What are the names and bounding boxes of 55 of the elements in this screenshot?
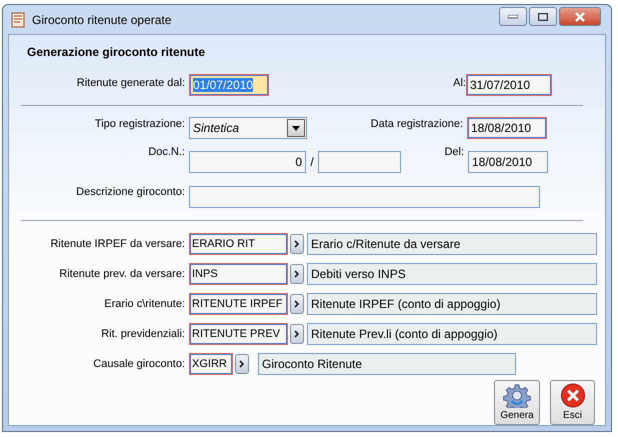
date-field[interactable]: 01/07/2010 (189, 74, 269, 96)
chevron-icon (294, 330, 300, 338)
document-series-field[interactable] (318, 151, 401, 173)
minimize-icon (508, 14, 518, 18)
field-label: Ritenute IRPEF da versare: (49, 238, 186, 250)
chevron-icon (294, 270, 300, 278)
account-code-field[interactable]: INPS (189, 263, 288, 285)
date-field[interactable]: 18/08/2010 (468, 151, 548, 173)
field-label: Tipo registrazione: (94, 118, 186, 130)
date-field[interactable]: 18/08/2010 (467, 117, 547, 139)
lookup-button[interactable] (235, 354, 249, 374)
account-description-field: Ritenute Prev.li (conto di appoggio) (307, 323, 597, 345)
lookup-button[interactable] (290, 264, 304, 284)
account-code-field[interactable]: XGIRR (189, 353, 233, 375)
chevron-icon (294, 300, 300, 308)
field-label: Data registrazione: (370, 118, 464, 130)
maximize-icon (538, 12, 548, 20)
dropdown-arrow-icon (292, 126, 300, 130)
field-label: Al: (452, 77, 466, 89)
account-description-field: Giroconto Ritenute (258, 353, 516, 375)
field-label: Ritenute generate dal: (76, 77, 186, 89)
field-label: Erario c\ritenute: (103, 298, 186, 310)
app-icon (11, 12, 25, 28)
account-description-field: Erario c/Ritenute da versare (307, 233, 597, 255)
account-code-field[interactable]: ERARIO RIT (189, 233, 288, 255)
account-code-field[interactable]: RITENUTE PREV (189, 323, 288, 345)
account-description-field: Debiti verso INPS (307, 263, 597, 285)
field-label: Doc.N.: (147, 146, 186, 158)
minimize-button[interactable] (499, 7, 527, 26)
window-title: Giroconto ritenute operate (32, 12, 172, 26)
document-number-field[interactable]: 0 (189, 151, 306, 173)
field-label: Causale giroconto: (92, 358, 186, 370)
separator-text: / (309, 155, 315, 169)
generate-button[interactable]: Genera (494, 380, 540, 424)
account-description-field: Ritenute IRPEF (conto di appoggio) (307, 293, 597, 315)
field-label: Rit. previdenziali: (100, 328, 186, 340)
date-field[interactable]: 31/07/2010 (466, 74, 552, 96)
lookup-button[interactable] (290, 234, 304, 254)
lookup-button[interactable] (290, 324, 304, 344)
gear-icon (503, 382, 531, 408)
section-heading: Generazione giroconto ritenute (27, 45, 206, 59)
description-field[interactable] (189, 186, 540, 208)
close-button[interactable] (559, 7, 601, 26)
close-icon (560, 382, 586, 408)
lookup-button[interactable] (290, 294, 304, 314)
account-code-field[interactable]: RITENUTE IRPEF (189, 293, 288, 315)
maximize-button[interactable] (529, 7, 557, 26)
field-label: Ritenute prev. da versare: (58, 268, 186, 280)
close-icon (574, 12, 586, 22)
field-label: Del: (443, 146, 465, 158)
exit-button[interactable]: Esci (550, 380, 595, 424)
chevron-icon (294, 240, 300, 248)
chevron-icon (239, 360, 245, 368)
field-label: Descrizione giroconto: (75, 186, 186, 198)
type-dropdown[interactable]: Sintetica (189, 117, 307, 139)
